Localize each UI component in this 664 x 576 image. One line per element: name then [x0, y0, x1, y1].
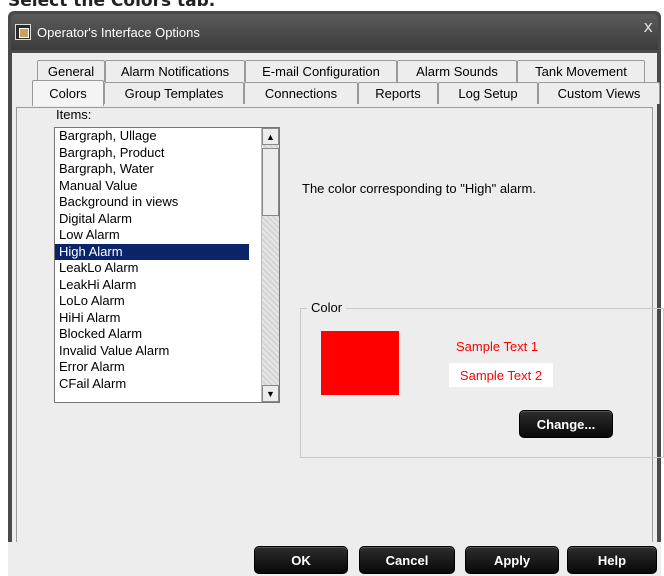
change-label: Change... [536, 416, 596, 432]
scroll-thumb[interactable] [262, 148, 279, 216]
sample-text-1: Sample Text 1 [456, 339, 539, 354]
list-item[interactable]: LeakLo Alarm [55, 260, 249, 277]
list-item[interactable]: CFail Alarm [55, 376, 249, 393]
tab-group-templates[interactable]: Group Templates [104, 82, 244, 104]
list-item[interactable]: LeakHi Alarm [55, 277, 249, 294]
list-item[interactable]: Invalid Value Alarm [55, 343, 249, 360]
list-item[interactable]: Blocked Alarm [55, 326, 249, 343]
list-item[interactable]: Error Alarm [55, 359, 249, 376]
list-item[interactable]: Digital Alarm [55, 211, 249, 228]
app-icon [15, 24, 31, 40]
scroll-up-icon[interactable]: ▲ [262, 128, 279, 145]
list-item[interactable]: Bargraph, Ullage [55, 128, 249, 145]
tab-reports[interactable]: Reports [358, 82, 438, 104]
close-icon[interactable]: x [644, 17, 653, 36]
list-item[interactable]: HiHi Alarm [55, 310, 249, 327]
tab-general[interactable]: General [37, 60, 105, 82]
color-groupbox: Color Sample Text 1 Sample Text 2 Change… [300, 300, 664, 458]
list-item[interactable]: Bargraph, Product [55, 145, 249, 162]
color-description: The color corresponding to "High" alarm. [302, 181, 536, 196]
instruction-caption: Select the Colors tab. [8, 0, 216, 11]
list-item[interactable]: Background in views [55, 194, 249, 211]
tab-custom-views[interactable]: Custom Views [538, 82, 660, 104]
tab-row-front: Colors Group Templates Connections Repor… [32, 80, 660, 106]
tab-log-setup[interactable]: Log Setup [438, 82, 538, 104]
tab-row-back: General Alarm Notifications E-mail Confi… [37, 60, 645, 82]
ok-button[interactable]: OK [254, 546, 348, 574]
title-bar[interactable]: Operator's Interface Options x [11, 14, 658, 50]
color-legend: Color [307, 300, 347, 315]
tab-tank-movement[interactable]: Tank Movement [517, 60, 645, 82]
tab-email-configuration[interactable]: E-mail Configuration [245, 60, 397, 82]
scroll-down-icon[interactable]: ▼ [262, 385, 279, 402]
tab-alarm-notifications[interactable]: Alarm Notifications [105, 60, 245, 82]
apply-button[interactable]: Apply [465, 546, 559, 574]
list-scrollbar[interactable]: ▲ ▼ [261, 128, 279, 402]
list-item[interactable]: LoLo Alarm [55, 293, 249, 310]
items-listbox[interactable]: Bargraph, Ullage Bargraph, Product Bargrap… [54, 127, 280, 403]
help-button[interactable]: Help [567, 546, 657, 574]
button-bar: OK Cancel Apply Help [8, 542, 661, 576]
tab-connections[interactable]: Connections [244, 82, 358, 104]
list-item[interactable]: Bargraph, Water [55, 161, 249, 178]
items-list: Bargraph, Ullage Bargraph, Product Bargrap… [55, 128, 249, 392]
options-dialog: Operator's Interface Options x General A… [8, 11, 664, 576]
tab-alarm-sounds[interactable]: Alarm Sounds [397, 60, 517, 82]
sample-text-2: Sample Text 2 [449, 363, 553, 387]
change-button[interactable]: Change... [519, 410, 613, 438]
color-swatch [321, 331, 399, 395]
list-item[interactable]: High Alarm [55, 243, 249, 260]
list-item[interactable]: Low Alarm [55, 227, 249, 244]
cancel-button[interactable]: Cancel [359, 546, 455, 574]
tab-colors[interactable]: Colors [32, 80, 104, 106]
window-title: Operator's Interface Options [37, 24, 200, 40]
list-item[interactable]: Manual Value [55, 178, 249, 195]
items-label: Items: [56, 107, 92, 122]
